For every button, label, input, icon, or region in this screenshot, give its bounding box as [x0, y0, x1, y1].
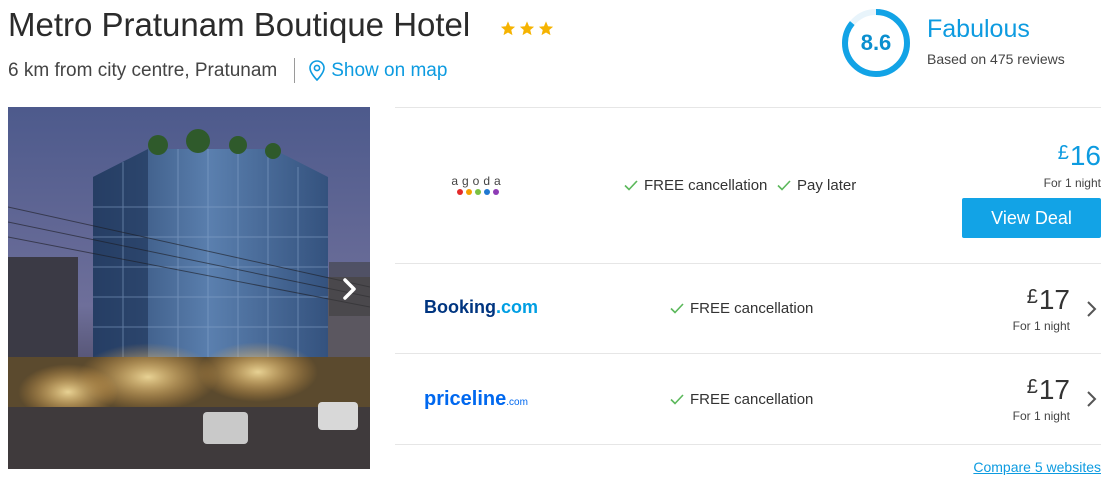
feature-free-cancellation: FREE cancellation: [670, 391, 813, 408]
distance-text: 6 km from city centre, Pratunam: [8, 59, 278, 81]
per-night-label: For 1 night: [1043, 176, 1101, 190]
chevron-right-icon[interactable]: [1086, 300, 1098, 318]
agoda-dots: [450, 189, 506, 195]
rating-score: 8.6: [860, 30, 892, 55]
feature-label: FREE cancellation: [690, 300, 814, 317]
booking-logo[interactable]: Booking.com: [424, 297, 538, 318]
feature-label: Pay later: [797, 177, 857, 194]
divider: [395, 444, 1101, 445]
price-amount: 16: [1069, 140, 1101, 171]
checkmark-icon: [777, 180, 791, 191]
show-on-map-label[interactable]: Show on map: [331, 60, 447, 82]
currency-symbol: £: [1026, 286, 1038, 308]
hotel-photo-image: [8, 107, 370, 469]
divider: [294, 58, 296, 83]
price-amount: 17: [1038, 284, 1070, 315]
deal-price: £16: [1058, 140, 1101, 172]
feature-label: FREE cancellation: [690, 391, 814, 408]
booking-wordmark: Booking: [424, 297, 496, 317]
rating-label: Fabulous: [927, 15, 1030, 43]
per-night-label: For 1 night: [1012, 319, 1070, 333]
map-pin-icon: [309, 60, 326, 81]
currency-symbol: £: [1057, 142, 1069, 164]
view-deal-button[interactable]: View Deal: [962, 198, 1101, 238]
agoda-logo[interactable]: agoda: [450, 174, 506, 200]
star-icon: [500, 21, 516, 36]
star-rating: [499, 20, 555, 37]
priceline-logo[interactable]: priceline.com: [424, 388, 528, 411]
checkmark-icon: [670, 303, 684, 314]
per-night-label: For 1 night: [1012, 409, 1070, 423]
feature-free-cancellation: FREE cancellation: [670, 300, 813, 317]
agoda-wordmark: agoda: [451, 174, 505, 188]
hotel-photo[interactable]: [8, 107, 370, 469]
deal-price[interactable]: £17: [1027, 284, 1070, 316]
checkmark-icon: [624, 180, 638, 191]
deal-price[interactable]: £17: [1027, 374, 1070, 406]
divider: [395, 107, 1101, 108]
price-amount: 17: [1038, 374, 1070, 405]
booking-suffix: .com: [496, 297, 539, 317]
divider: [395, 263, 1101, 264]
star-icon: [519, 21, 535, 36]
priceline-wordmark: priceline: [424, 388, 507, 410]
review-count[interactable]: Based on 475 reviews: [927, 51, 1065, 67]
compare-websites-link[interactable]: Compare 5 websites: [973, 459, 1101, 475]
feature-pay-later: Pay later: [777, 177, 856, 194]
next-photo-button[interactable]: [329, 262, 370, 316]
chevron-right-icon: [342, 278, 356, 300]
hotel-title: Metro Pratunam Boutique Hotel: [8, 6, 471, 43]
priceline-suffix: .com: [506, 397, 528, 408]
star-icon: [538, 21, 554, 36]
feature-free-cancellation: FREE cancellation: [624, 177, 767, 194]
feature-label: FREE cancellation: [644, 177, 768, 194]
chevron-right-icon[interactable]: [1086, 390, 1098, 408]
divider: [395, 353, 1101, 354]
currency-symbol: £: [1026, 376, 1038, 398]
location-line: 6 km from city centre, Pratunam Show on …: [8, 58, 447, 83]
checkmark-icon: [670, 394, 684, 405]
show-on-map-link[interactable]: Show on map: [309, 60, 447, 82]
